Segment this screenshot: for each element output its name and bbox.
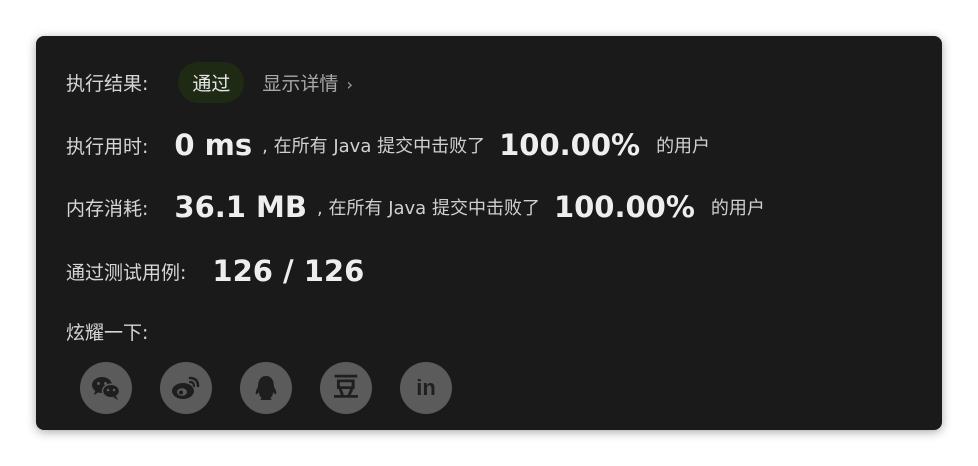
runtime-value: 0 ms [174, 128, 253, 162]
runtime-percent: 100.00% [499, 128, 641, 162]
show-details-link[interactable]: 显示详情 › [262, 69, 352, 96]
submission-result-panel: 执行结果: 通过 显示详情 › 执行用时: 0 ms , 在所有 Java 提交中… [36, 36, 942, 430]
weibo-icon [171, 375, 201, 401]
tests-label: 通过测试用例: [66, 261, 187, 284]
linkedin-icon: in [416, 375, 436, 400]
runtime-suffix: 的用户 [656, 136, 711, 157]
runtime-label: 执行用时: [66, 135, 149, 158]
memory-beat-text: , 在所有 Java 提交中击败了 [317, 198, 540, 219]
share-wechat-button[interactable] [80, 362, 132, 414]
result-label: 执行结果: [66, 73, 149, 95]
share-label: 炫耀一下: [66, 322, 149, 344]
show-details-label: 显示详情 [262, 73, 339, 95]
chevron-right-icon: › [346, 75, 353, 94]
tests-row: 通过测试用例: 126 / 126 [66, 254, 364, 288]
share-douban-button[interactable]: 豆 [320, 362, 372, 414]
share-row: 炫耀一下: [66, 318, 148, 345]
memory-suffix: 的用户 [710, 198, 765, 219]
share-weibo-button[interactable] [160, 362, 212, 414]
memory-label: 内存消耗: [66, 197, 149, 220]
share-buttons: 豆 in [80, 362, 452, 414]
tests-value: 126 / 126 [212, 254, 365, 288]
status-badge: 通过 [178, 62, 245, 103]
runtime-row: 执行用时: 0 ms , 在所有 Java 提交中击败了 100.00% 的用户 [66, 128, 710, 162]
douban-icon: 豆 [332, 373, 359, 403]
memory-value: 36.1 MB [174, 190, 308, 224]
result-row: 执行结果: 通过 显示详情 › [66, 62, 353, 103]
share-qq-button[interactable] [240, 362, 292, 414]
wechat-icon [91, 375, 121, 401]
memory-percent: 100.00% [553, 190, 695, 224]
memory-row: 内存消耗: 36.1 MB , 在所有 Java 提交中击败了 100.00% … [66, 190, 765, 224]
qq-icon [253, 374, 279, 402]
runtime-beat-text: , 在所有 Java 提交中击败了 [262, 136, 486, 157]
share-linkedin-button[interactable]: in [400, 362, 452, 414]
